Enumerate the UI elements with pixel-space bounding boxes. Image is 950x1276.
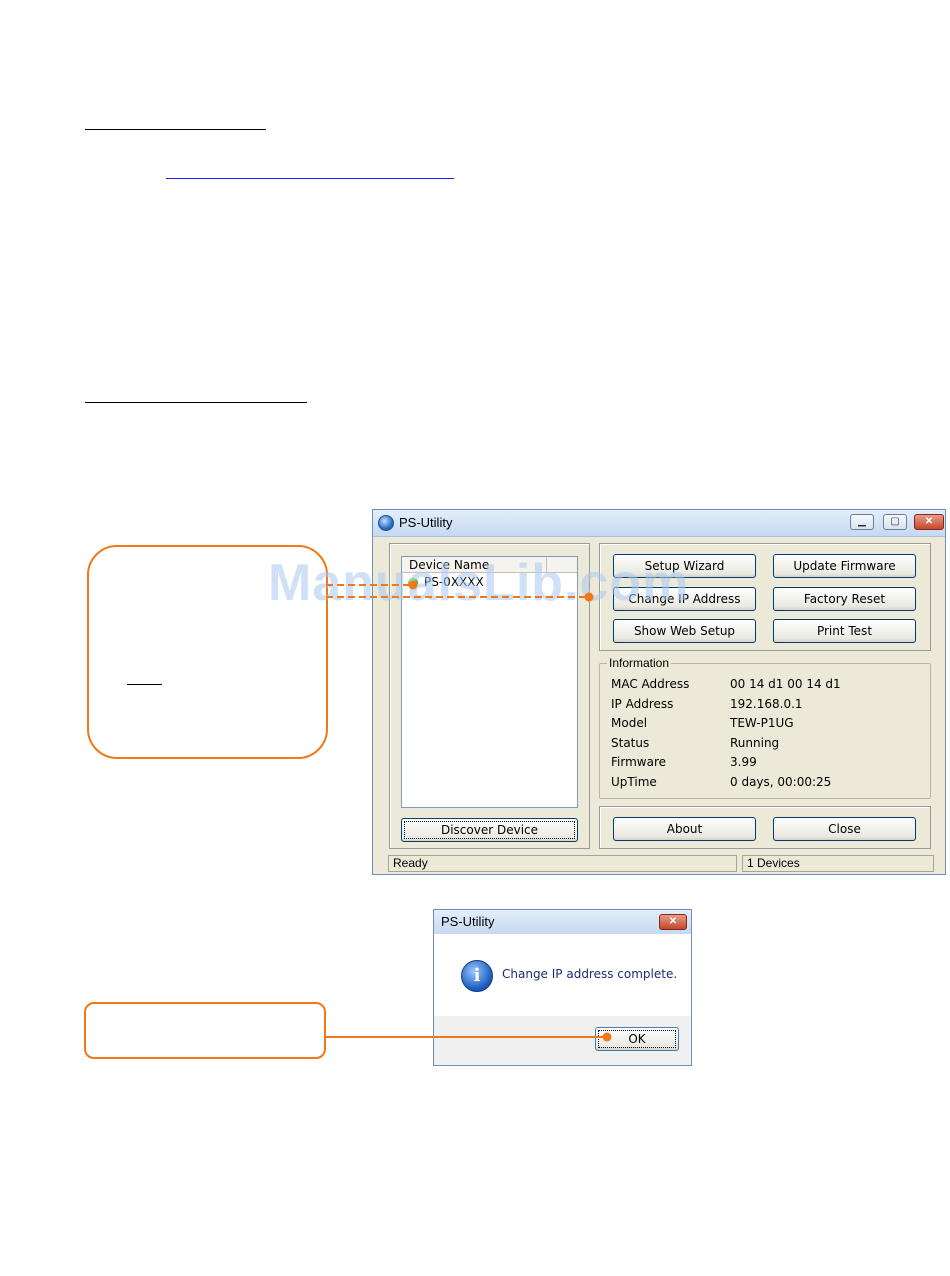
dialog-message: Change IP address complete. xyxy=(502,967,678,981)
callout-underline xyxy=(127,684,162,685)
info-label-mac: MAC Address xyxy=(611,677,690,691)
update-firmware-button[interactable]: Update Firmware xyxy=(773,554,916,578)
heading-underline-1 xyxy=(85,129,266,130)
hyperlink-underline[interactable] xyxy=(166,178,454,179)
dialog-body: i Change IP address complete. xyxy=(434,934,691,1016)
heading-underline-2 xyxy=(85,402,307,403)
dialog-close-icon[interactable]: ✕ xyxy=(659,914,687,930)
about-button[interactable]: About xyxy=(613,817,756,841)
info-value-status: Running xyxy=(730,736,780,750)
info-icon: i xyxy=(461,960,493,992)
print-test-button[interactable]: Print Test xyxy=(773,619,916,643)
dialog-titlebar[interactable]: PS-Utility ✕ xyxy=(434,910,691,934)
callout-box-2 xyxy=(84,1002,326,1059)
app-globe-icon xyxy=(378,515,394,531)
info-value-mac: 00 14 d1 00 14 d1 xyxy=(730,677,841,691)
information-legend: Information xyxy=(607,656,672,670)
info-label-status: Status xyxy=(611,736,650,750)
info-value-firmware: 3.99 xyxy=(730,755,757,769)
info-label-model: Model xyxy=(611,716,648,730)
window-titlebar[interactable]: PS-Utility ▁ ▢ ✕ xyxy=(373,510,945,537)
dialog-title: PS-Utility xyxy=(441,914,495,929)
discover-device-button[interactable]: Discover Device xyxy=(401,818,578,842)
factory-reset-button[interactable]: Factory Reset xyxy=(773,587,916,611)
info-value-model: TEW-P1UG xyxy=(730,716,794,730)
info-value-ip: 192.168.0.1 xyxy=(730,697,803,711)
status-device-count: 1 Devices xyxy=(742,855,934,872)
show-web-setup-button[interactable]: Show Web Setup xyxy=(613,619,756,643)
info-label-firmware: Firmware xyxy=(611,755,666,769)
ok-button[interactable]: OK xyxy=(595,1027,679,1051)
info-label-uptime: UpTime xyxy=(611,775,657,789)
info-label-ip: IP Address xyxy=(611,697,674,711)
info-value-uptime: 0 days, 00:00:25 xyxy=(730,775,832,789)
close-icon[interactable]: ✕ xyxy=(914,514,944,530)
close-button[interactable]: Close xyxy=(773,817,916,841)
status-ready: Ready xyxy=(388,855,737,872)
ps-utility-dialog: PS-Utility ✕ i Change IP address complet… xyxy=(433,909,692,1066)
minimize-icon[interactable]: ▁ xyxy=(850,514,874,530)
watermark: ManualsLib.com xyxy=(268,554,690,612)
window-title: PS-Utility xyxy=(399,515,453,530)
status-bar: Ready 1 Devices xyxy=(373,852,945,874)
maximize-icon[interactable]: ▢ xyxy=(883,514,907,530)
